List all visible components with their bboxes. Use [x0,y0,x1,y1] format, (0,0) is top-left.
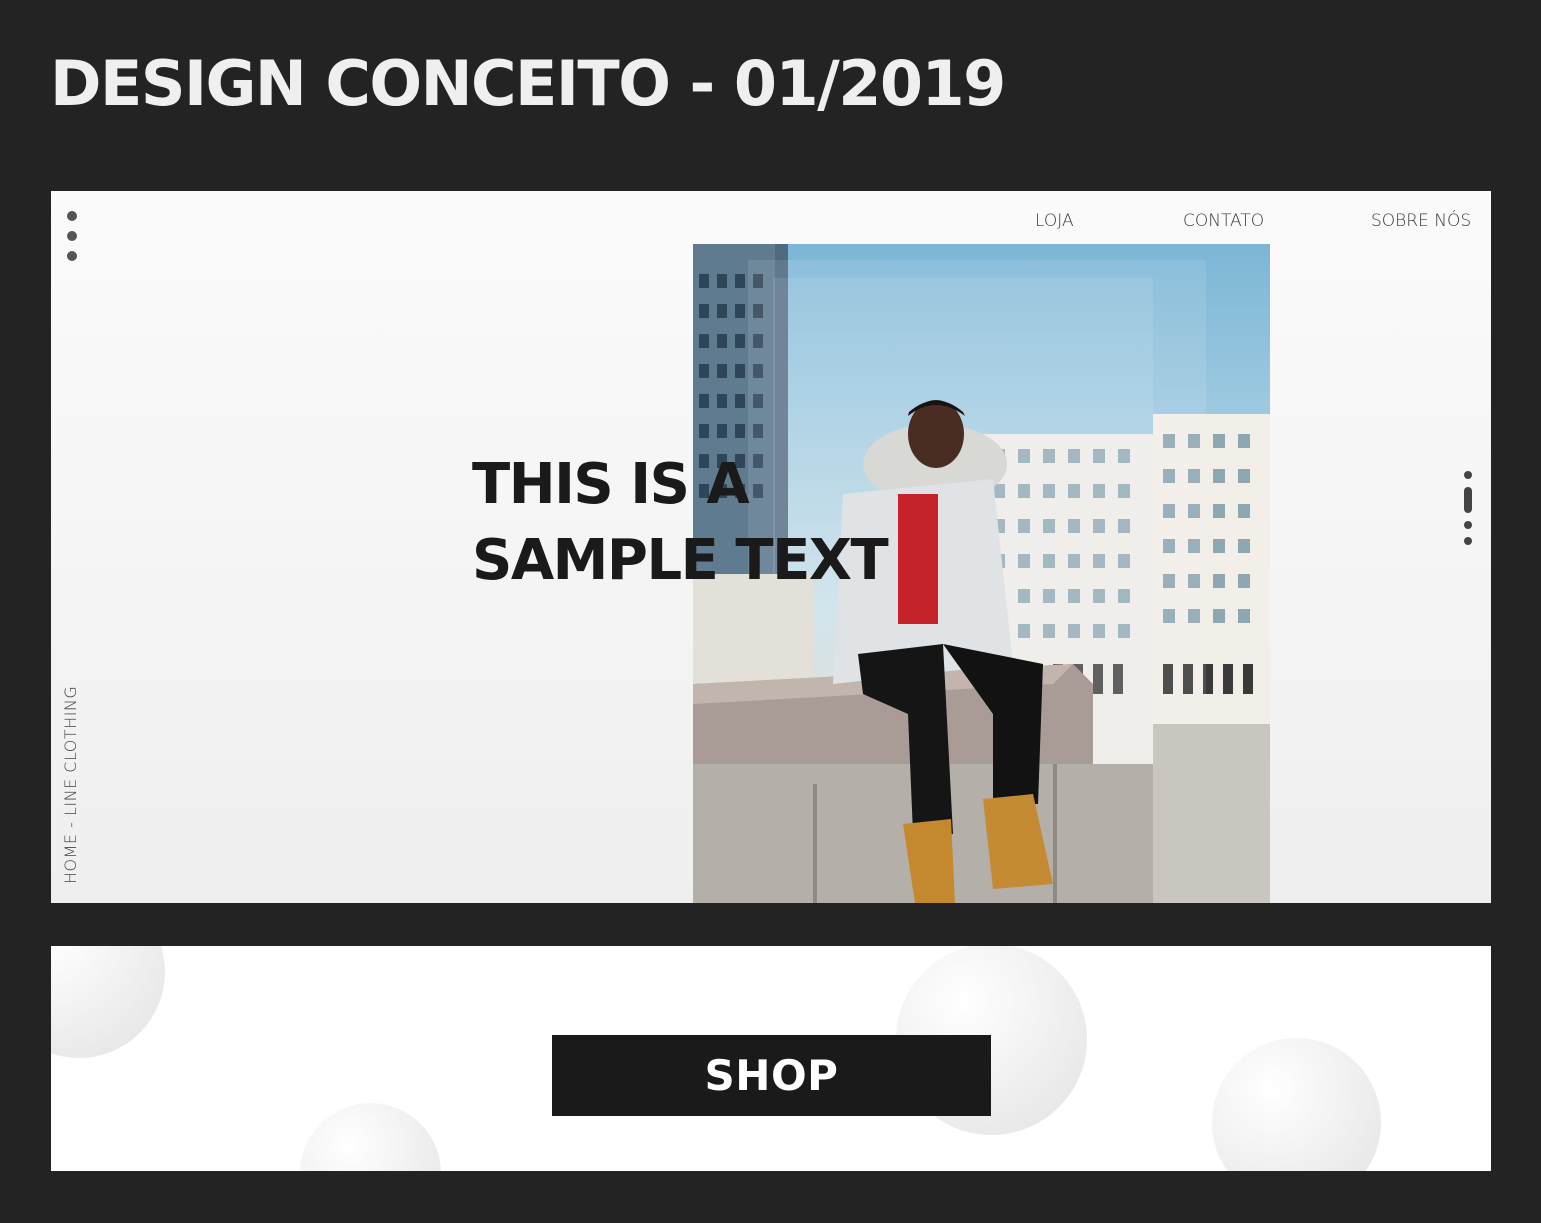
breadcrumb: HOME - LINE CLOTHING [61,685,80,884]
hero-headline: THIS IS A SAMPLE TEXT [472,447,889,599]
decorative-bubble [51,946,165,1058]
page-title: DESIGN CONCEITO - 01/2019 [50,47,1006,120]
hero-headline-line2: SAMPLE TEXT [472,528,889,593]
shop-button[interactable]: SHOP [552,1035,991,1116]
nav-link-sobre[interactable]: SOBRE NÓS [1371,211,1471,231]
nav-link-loja[interactable]: LOJA [1035,211,1074,231]
decorative-bubble [1212,1038,1381,1171]
nav-link-contato[interactable]: CONTATO [1183,211,1264,231]
scroll-indicator-icon[interactable] [1462,471,1474,547]
vertical-dots-icon[interactable] [66,211,80,263]
shop-panel: SHOP [51,946,1491,1171]
hero-panel: LOJA CONTATO SOBRE NÓS THIS IS A SAMPLE … [51,191,1491,903]
hero-headline-line1: THIS IS A [472,452,750,517]
decorative-bubble [300,1103,441,1171]
